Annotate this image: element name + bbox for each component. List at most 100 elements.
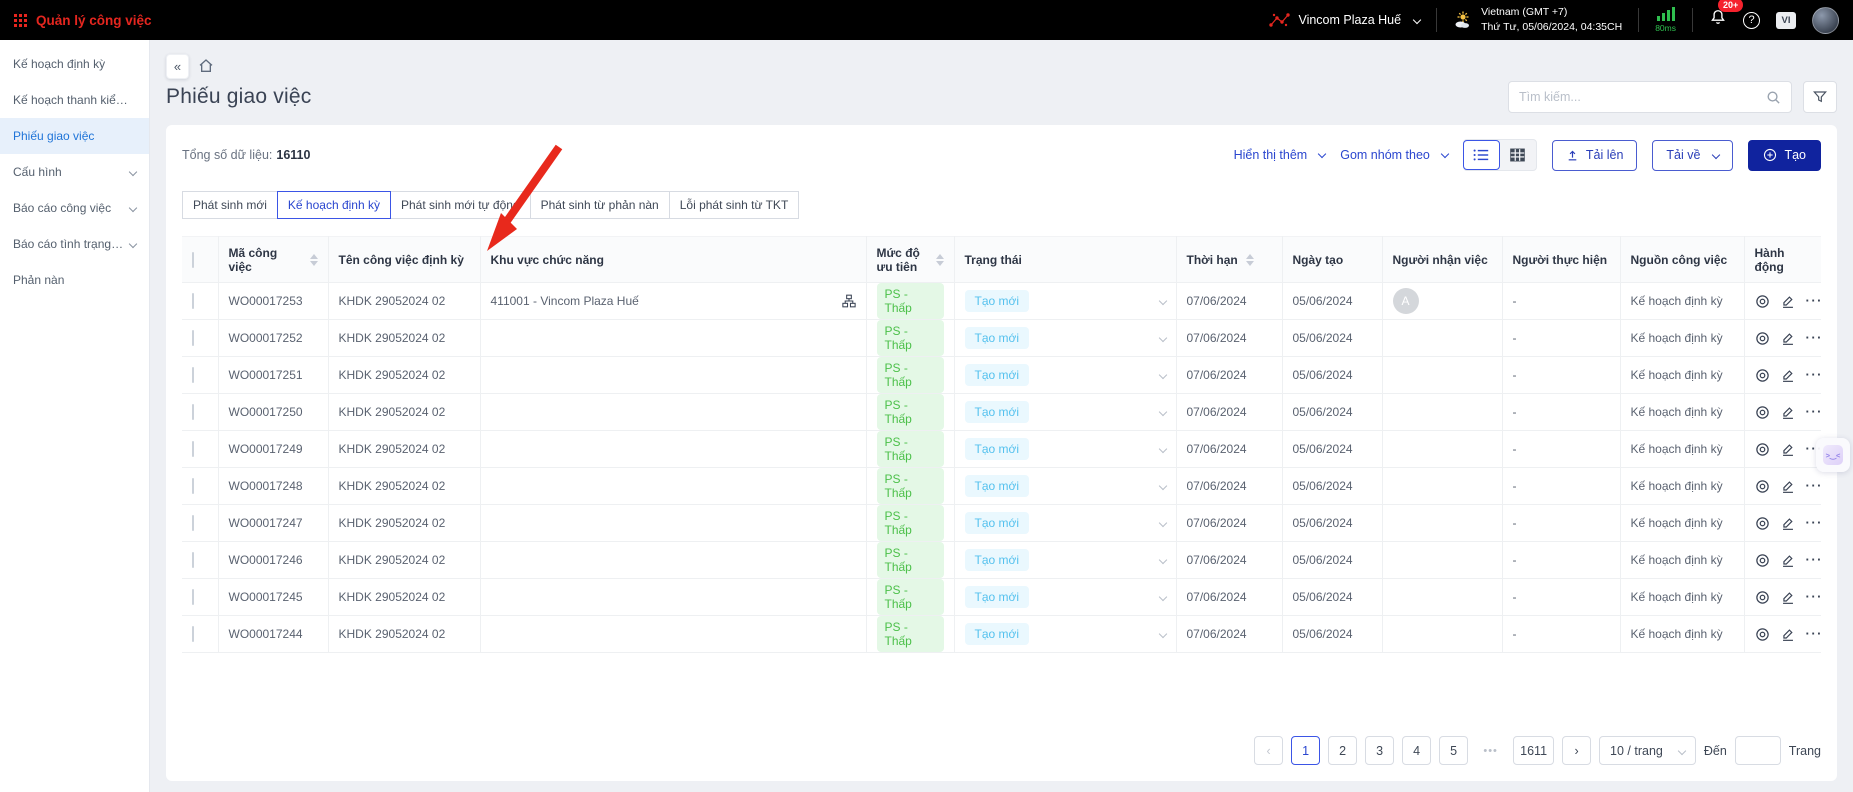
pagination-item[interactable]: 3 bbox=[1365, 736, 1394, 765]
view-button[interactable] bbox=[1755, 479, 1770, 494]
tab[interactable]: Lỗi phát sinh từ TKT bbox=[669, 191, 800, 219]
timezone-widget[interactable]: Vietnam (GMT +7) Thứ Tư, 05/06/2024, 04:… bbox=[1453, 5, 1622, 35]
more-actions-button[interactable]: ··· bbox=[1806, 298, 1824, 304]
sort-icon[interactable] bbox=[936, 254, 944, 266]
status-dropdown-chevron-icon[interactable] bbox=[1158, 297, 1166, 305]
sidebar-item[interactable]: Cấu hình bbox=[0, 154, 149, 190]
sidebar-collapse-button[interactable]: « bbox=[166, 54, 189, 79]
tab[interactable]: Phát sinh mới bbox=[182, 191, 278, 219]
status-pill[interactable]: Tạo mới bbox=[965, 549, 1030, 571]
goto-page-input[interactable] bbox=[1735, 736, 1781, 765]
more-actions-button[interactable]: ··· bbox=[1806, 557, 1824, 563]
view-button[interactable] bbox=[1755, 516, 1770, 531]
row-checkbox[interactable] bbox=[192, 552, 194, 568]
status-pill[interactable]: Tạo mới bbox=[965, 401, 1030, 423]
row-checkbox[interactable] bbox=[192, 293, 194, 309]
page-size-select[interactable]: 10 / trang bbox=[1599, 736, 1696, 765]
search-icon[interactable] bbox=[1766, 90, 1781, 105]
pagination-item[interactable]: ‹ bbox=[1254, 736, 1283, 765]
pagination-item[interactable]: 1 bbox=[1291, 736, 1320, 765]
view-button[interactable] bbox=[1755, 331, 1770, 346]
sidebar-item[interactable]: Phiếu giao việc bbox=[0, 118, 149, 154]
status-pill[interactable]: Tạo mới bbox=[965, 586, 1030, 608]
row-checkbox[interactable] bbox=[192, 441, 194, 457]
language-switcher[interactable]: VI bbox=[1776, 12, 1796, 29]
group-by-link[interactable]: Gom nhóm theo bbox=[1340, 148, 1448, 162]
sidebar-item[interactable]: Kế hoạch thanh kiểm tra chất... bbox=[0, 82, 149, 118]
view-button[interactable] bbox=[1755, 553, 1770, 568]
sidebar-item[interactable]: Báo cáo tình trạng thực hiện bbox=[0, 226, 149, 262]
more-actions-button[interactable]: ··· bbox=[1806, 372, 1824, 378]
edit-button[interactable] bbox=[1781, 627, 1795, 642]
edit-button[interactable] bbox=[1781, 516, 1795, 531]
view-button[interactable] bbox=[1755, 405, 1770, 420]
edit-button[interactable] bbox=[1781, 294, 1795, 309]
status-pill[interactable]: Tạo mới bbox=[965, 475, 1030, 497]
row-checkbox[interactable] bbox=[192, 515, 194, 531]
download-button[interactable]: Tải về bbox=[1652, 140, 1733, 171]
assistant-floating-button[interactable]: >‿< bbox=[1816, 438, 1850, 472]
pagination-item[interactable]: ••• bbox=[1476, 736, 1505, 765]
status-pill[interactable]: Tạo mới bbox=[965, 290, 1030, 312]
home-breadcrumb-icon[interactable] bbox=[198, 58, 214, 74]
row-checkbox[interactable] bbox=[192, 404, 194, 420]
status-dropdown-chevron-icon[interactable] bbox=[1158, 593, 1166, 601]
more-actions-button[interactable]: ··· bbox=[1806, 335, 1824, 341]
row-checkbox[interactable] bbox=[192, 330, 194, 346]
list-view-button[interactable] bbox=[1463, 140, 1500, 170]
sitemap-icon[interactable] bbox=[842, 294, 856, 308]
status-pill[interactable]: Tạo mới bbox=[965, 364, 1030, 386]
edit-button[interactable] bbox=[1781, 331, 1795, 346]
help-button[interactable]: ? bbox=[1743, 12, 1760, 29]
sidebar-item[interactable]: Báo cáo công việc bbox=[0, 190, 149, 226]
view-button[interactable] bbox=[1755, 442, 1770, 457]
grid-view-button[interactable] bbox=[1499, 140, 1536, 170]
create-button[interactable]: Tạo bbox=[1748, 140, 1821, 171]
status-dropdown-chevron-icon[interactable] bbox=[1158, 371, 1166, 379]
sort-icon[interactable] bbox=[1246, 254, 1254, 266]
status-pill[interactable]: Tạo mới bbox=[965, 512, 1030, 534]
filter-button[interactable] bbox=[1803, 81, 1837, 113]
tab[interactable]: Phát sinh từ phản nàn bbox=[530, 191, 670, 219]
more-actions-button[interactable]: ··· bbox=[1806, 631, 1824, 637]
edit-button[interactable] bbox=[1781, 590, 1795, 605]
row-checkbox[interactable] bbox=[192, 367, 194, 383]
search-input[interactable] bbox=[1519, 90, 1766, 104]
status-pill[interactable]: Tạo mới bbox=[965, 438, 1030, 460]
status-dropdown-chevron-icon[interactable] bbox=[1158, 334, 1166, 342]
status-dropdown-chevron-icon[interactable] bbox=[1158, 482, 1166, 490]
row-checkbox[interactable] bbox=[192, 589, 194, 605]
pagination-item[interactable]: 4 bbox=[1402, 736, 1431, 765]
edit-button[interactable] bbox=[1781, 553, 1795, 568]
more-actions-button[interactable]: ··· bbox=[1806, 483, 1824, 489]
edit-button[interactable] bbox=[1781, 479, 1795, 494]
more-actions-button[interactable]: ··· bbox=[1806, 594, 1824, 600]
app-grid-icon[interactable] bbox=[14, 14, 27, 27]
select-all-checkbox[interactable] bbox=[192, 252, 194, 268]
view-button[interactable] bbox=[1755, 368, 1770, 383]
view-button[interactable] bbox=[1755, 590, 1770, 605]
view-button[interactable] bbox=[1755, 294, 1770, 309]
row-checkbox[interactable] bbox=[192, 626, 194, 642]
status-dropdown-chevron-icon[interactable] bbox=[1158, 408, 1166, 416]
assignee-avatar[interactable]: A bbox=[1393, 288, 1419, 314]
more-actions-button[interactable]: ··· bbox=[1806, 409, 1824, 415]
pagination-item[interactable]: 1611 bbox=[1513, 736, 1554, 765]
pagination-item[interactable]: 5 bbox=[1439, 736, 1468, 765]
tab[interactable]: Kế hoạch định kỳ bbox=[277, 191, 391, 219]
row-checkbox[interactable] bbox=[192, 478, 194, 494]
edit-button[interactable] bbox=[1781, 442, 1795, 457]
status-dropdown-chevron-icon[interactable] bbox=[1158, 630, 1166, 638]
edit-button[interactable] bbox=[1781, 368, 1795, 383]
sort-icon[interactable] bbox=[310, 254, 318, 266]
tab[interactable]: Phát sinh mới tự động bbox=[390, 191, 531, 219]
pagination-item[interactable]: › bbox=[1562, 736, 1591, 765]
show-more-link[interactable]: Hiển thị thêm bbox=[1234, 148, 1326, 162]
more-actions-button[interactable]: ··· bbox=[1806, 520, 1824, 526]
site-selector[interactable]: Vincom Plaza Huế bbox=[1269, 12, 1420, 28]
status-pill[interactable]: Tạo mới bbox=[965, 327, 1030, 349]
status-dropdown-chevron-icon[interactable] bbox=[1158, 519, 1166, 527]
sidebar-item[interactable]: Phản nàn bbox=[0, 262, 149, 298]
status-dropdown-chevron-icon[interactable] bbox=[1158, 556, 1166, 564]
status-dropdown-chevron-icon[interactable] bbox=[1158, 445, 1166, 453]
